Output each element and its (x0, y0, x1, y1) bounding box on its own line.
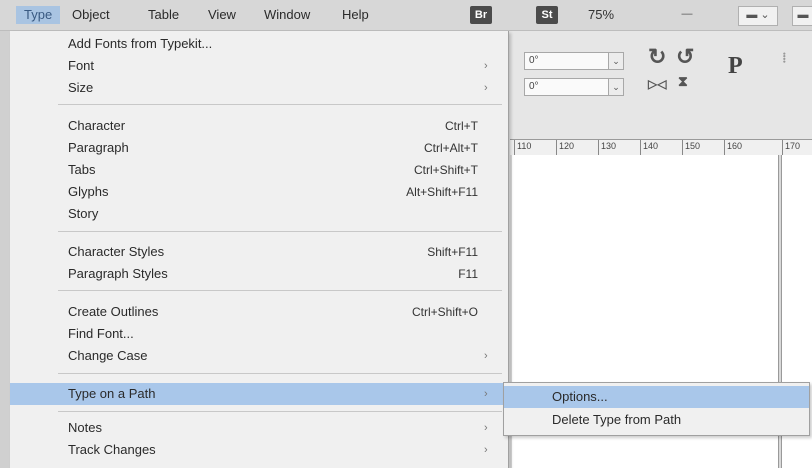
menu-item-shortcut: Ctrl+T (445, 119, 478, 133)
align-icon[interactable]: ⁞ (782, 51, 787, 67)
menu-item-type-on-a-path[interactable]: Type on a Path › (10, 383, 508, 405)
ruler-tick: 170 (782, 140, 800, 155)
submenu-arrow-icon: › (484, 422, 488, 434)
menu-item-glyphs[interactable]: Glyphs Alt+Shift+F11 (10, 181, 508, 203)
menu-item-paragraph[interactable]: Paragraph Ctrl+Alt+T (10, 137, 508, 159)
menu-separator (58, 411, 502, 412)
menu-item-change-case[interactable]: Change Case › (10, 345, 508, 367)
submenu-item-delete-type-from-path[interactable]: Delete Type from Path (504, 409, 809, 431)
menu-item-label: Paragraph Styles (68, 266, 168, 281)
menu-item-find-font[interactable]: Find Font... (10, 323, 508, 345)
ruler-tick: 120 (556, 140, 574, 155)
menu-view[interactable]: View (200, 6, 244, 24)
menu-item-label: Add Fonts from Typekit... (68, 36, 213, 51)
flip-horizontal-icon[interactable]: ▷◁ (648, 77, 666, 92)
menu-window[interactable]: Window (256, 6, 318, 24)
ruler-tick: 140 (640, 140, 658, 155)
menu-item-add-fonts[interactable]: Add Fonts from Typekit... (10, 33, 508, 55)
rotation-field[interactable]: 0° (524, 52, 610, 70)
menu-item-size[interactable]: Size › (10, 77, 508, 99)
menu-item-shortcut: Shift+F11 (427, 245, 478, 259)
menu-item-shortcut: Ctrl+Shift+T (413, 163, 478, 177)
screen-mode-button[interactable]: ▬ (792, 6, 812, 26)
menu-separator (58, 104, 502, 105)
bridge-button[interactable]: Br (470, 6, 492, 24)
menu-item-paragraph-styles[interactable]: Paragraph Styles F11 (10, 263, 508, 285)
control-panel: 0° ⌄ 0° ⌄ ↻ ↺ ▷◁ ⧗ P ⁞ (510, 31, 812, 139)
ruler-tick: 150 (682, 140, 700, 155)
menu-table[interactable]: Table (140, 6, 187, 24)
rotation-dropdown[interactable]: ⌄ (608, 52, 624, 70)
menu-object[interactable]: Object (64, 6, 118, 24)
submenu-arrow-icon: › (484, 82, 488, 94)
rotate-ccw-icon[interactable]: ↺ (676, 44, 694, 70)
menu-item-shortcut: Alt+Shift+F11 (406, 185, 478, 199)
menu-separator (58, 373, 502, 374)
menu-item-label: Size (68, 80, 94, 95)
text-frame-icon[interactable]: P (728, 53, 743, 80)
submenu-item-label: Options... (552, 389, 608, 404)
submenu-arrow-icon: › (484, 388, 488, 400)
menu-item-label: Change Case (68, 348, 148, 363)
submenu-arrow-icon: › (484, 60, 488, 72)
menu-item-label: Character (68, 118, 126, 133)
menu-item-notes[interactable]: Notes › (10, 417, 508, 439)
minus-icon[interactable]: — (676, 6, 698, 24)
flip-vertical-icon[interactable]: ⧗ (678, 75, 688, 91)
menu-item-character[interactable]: Character Ctrl+T (10, 115, 508, 137)
menu-item-story[interactable]: Story (10, 203, 508, 225)
menu-item-label: Character Styles (68, 244, 165, 259)
menu-item-label: Find Font... (68, 326, 134, 341)
menu-item-label: Paragraph (68, 140, 129, 155)
menu-bar: Type Object Table View Window Help Br St… (0, 0, 812, 31)
submenu-arrow-icon: › (484, 444, 488, 456)
menu-item-label: Font (68, 58, 95, 73)
zoom-level[interactable]: 75% (588, 6, 614, 24)
menu-item-tabs[interactable]: Tabs Ctrl+Shift+T (10, 159, 508, 181)
menu-separator (58, 290, 502, 291)
stock-button[interactable]: St (536, 6, 558, 24)
horizontal-ruler: 110 120 130 140 150 160 170 (510, 139, 812, 156)
menu-item-shortcut: Ctrl+Alt+T (423, 141, 478, 155)
menu-item-label: Track Changes (68, 442, 156, 457)
menu-separator (58, 231, 502, 232)
menu-item-label: Type on a Path (68, 386, 156, 401)
rotate-cw-icon[interactable]: ↻ (648, 44, 666, 70)
menu-item-shortcut: F11 (458, 267, 478, 281)
menu-item-character-styles[interactable]: Character Styles Shift+F11 (10, 241, 508, 263)
shear-dropdown[interactable]: ⌄ (608, 78, 624, 96)
menu-item-label: Story (68, 206, 99, 221)
type-on-path-submenu: Options... Delete Type from Path (503, 382, 810, 436)
shear-field[interactable]: 0° (524, 78, 610, 96)
menu-item-shortcut: Ctrl+Shift+O (411, 305, 478, 319)
menu-type[interactable]: Type (16, 6, 61, 24)
menu-item-create-outlines[interactable]: Create Outlines Ctrl+Shift+O (10, 301, 508, 323)
ruler-tick: 160 (724, 140, 742, 155)
submenu-arrow-icon: › (484, 350, 488, 362)
view-options-dropdown[interactable]: ▬ ⌄ (738, 6, 778, 26)
menu-item-label: Tabs (68, 162, 96, 177)
submenu-item-options[interactable]: Options... (504, 386, 809, 408)
menu-item-font[interactable]: Font › (10, 55, 508, 77)
menu-item-track-changes[interactable]: Track Changes › (10, 439, 508, 461)
menu-help[interactable]: Help (334, 6, 377, 24)
ruler-tick: 110 (514, 140, 531, 155)
menu-item-label: Notes (68, 420, 102, 435)
menu-item-label: Create Outlines (68, 304, 159, 319)
menu-item-label: Glyphs (68, 184, 109, 199)
type-menu: Add Fonts from Typekit... Font › Size › … (10, 31, 509, 468)
ruler-tick: 130 (598, 140, 616, 155)
submenu-item-label: Delete Type from Path (552, 412, 682, 427)
